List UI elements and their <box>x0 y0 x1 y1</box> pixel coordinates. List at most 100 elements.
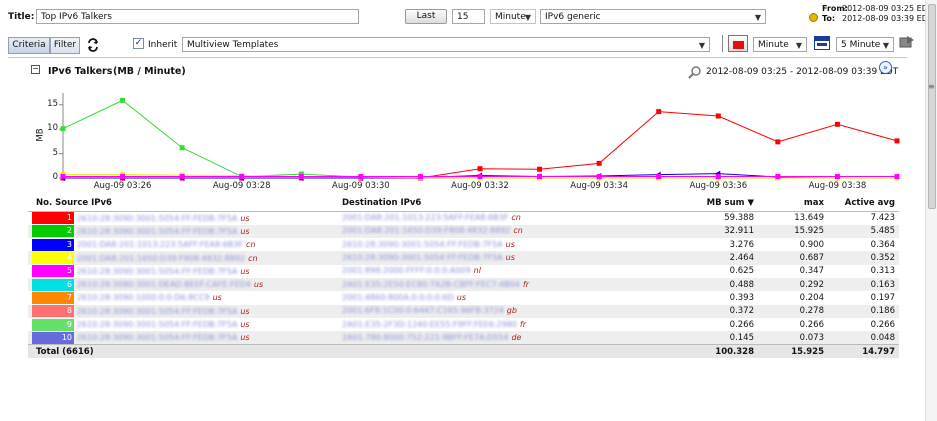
series-point <box>894 174 900 180</box>
series-point <box>775 174 781 180</box>
col-header-mb-sum[interactable]: MB sum ▼ <box>638 195 758 212</box>
source-ip[interactable]: 2610:28:3090:3001:5054:FF:FEDB:7F5A <box>77 227 238 236</box>
max-cell: 0.266 <box>799 319 824 330</box>
max-cell: 13.649 <box>794 213 824 224</box>
source-ip[interactable]: 2610:28:3090:1000:0:0:D6:8CC9 <box>77 293 210 302</box>
destination-ip[interactable]: 2A01:E35:2E50:EC80:7A2B:CBFF:FEC7:4B04 <box>342 280 520 289</box>
table-row[interactable]: 6 2610:28:3090:3001:DEAD:BEEF:CAFE:FED4 u… <box>28 277 899 292</box>
active-avg-cell: 0.163 <box>828 277 899 292</box>
mb-sum-cell: 59.388 <box>724 213 754 224</box>
col-header-source[interactable]: No. Source IPv6 <box>28 195 338 212</box>
table-row[interactable]: 10 2610:28:3090:3001:5054:FF:FEDB:7F5A us… <box>28 331 899 345</box>
destination-ip[interactable]: 2001:DA8:201:1013:223:5AFF:FEA8:6B3F <box>342 213 508 222</box>
destination-cell[interactable]: 2001:898:2000:FFFF:0:0:0:A009 nl <box>338 265 638 278</box>
destination-ip[interactable]: 2001:DA8:201:1650:D39:F808:4832:8892 <box>342 226 510 235</box>
col-header-destination[interactable]: Destination IPv6 <box>338 195 638 212</box>
source-cell[interactable]: 5 2610:28:3090:3001:5054:FF:FEDB:7F5A us <box>28 265 338 278</box>
series-point <box>596 160 602 166</box>
destination-country: de <box>511 332 522 342</box>
total-mb-sum: 100.328 <box>638 343 758 359</box>
series-color-swatch: 7 <box>32 291 74 304</box>
series-point <box>715 174 721 180</box>
series-point <box>596 174 602 180</box>
source-cell[interactable]: 3 2001:DA8:201:1013:223:5AFF:FEA8:6B3F cn <box>28 238 338 251</box>
table-row[interactable]: 9 2610:28:3090:3001:5054:FF:FEDB:7F5A us 2… <box>28 318 899 331</box>
active-avg-cell: 0.197 <box>870 292 895 303</box>
destination-ip[interactable]: 2001:898:2000:FFFF:0:0:0:A009 <box>342 266 471 275</box>
max-cell: 0.073 <box>758 331 828 345</box>
mb-sum-cell: 0.488 <box>638 277 758 292</box>
series-color-swatch: 10 <box>32 331 74 344</box>
destination-cell[interactable]: 2001:4860:800A:0:0:0:0:6D us <box>338 291 638 304</box>
table-row[interactable]: 7 2610:28:3090:1000:0:0:D6:8CC9 us 2001:48… <box>28 291 899 304</box>
source-ip[interactable]: 2610:28:3090:3001:DEAD:BEEF:CAFE:FED4 <box>77 280 251 289</box>
destination-cell[interactable]: 2A01:780:8000:752:221:9BFF:FE7A:D554 de <box>338 331 638 345</box>
series-point <box>298 174 304 180</box>
max-cell: 0.347 <box>799 266 824 277</box>
destination-country: us <box>505 239 515 249</box>
source-country: us <box>240 226 250 236</box>
destination-ip[interactable]: 2001:4860:800A:0:0:0:0:6D <box>342 293 454 302</box>
source-ip[interactable]: 2610:28:3090:3001:5054:FF:FEDB:7F5A <box>77 214 238 223</box>
source-cell[interactable]: 7 2610:28:3090:1000:0:0:D6:8CC9 us <box>28 291 338 304</box>
mb-sum-cell: 32.911 <box>638 224 758 239</box>
source-country: us <box>240 333 250 343</box>
active-avg-cell: 7.423 <box>870 213 895 224</box>
source-cell[interactable]: 4 2001:DA8:201:1650:D39:F808:4832:8892 cn <box>28 251 338 265</box>
series-point <box>358 174 364 180</box>
mb-sum-cell: 3.276 <box>729 239 754 250</box>
table-row[interactable]: 5 2610:28:3090:3001:5054:FF:FEDB:7F5A us 2… <box>28 265 899 278</box>
destination-ip[interactable]: 2001:6F8:1C00:0:6447:C165:96FB:3724 <box>342 306 504 315</box>
source-ip[interactable]: 2610:28:3090:3001:5054:FF:FEDB:7F5A <box>77 307 238 316</box>
destination-ip[interactable]: 2A01:E35:2F3D:1240:EE55:F9FF:FEE6:2980 <box>342 320 517 329</box>
col-header-max[interactable]: max <box>758 195 828 212</box>
max-cell: 0.278 <box>758 304 828 318</box>
table-header-row: No. Source IPv6 Destination IPv6 MB sum … <box>28 195 899 212</box>
source-cell[interactable]: 2 2610:28:3090:3001:5054:FF:FEDB:7F5A us <box>28 224 338 239</box>
destination-cell[interactable]: 2A01:E35:2F3D:1240:EE55:F9FF:FEE6:2980 fr <box>338 318 638 331</box>
series-point <box>179 145 185 151</box>
source-country: us <box>212 293 222 303</box>
destination-cell[interactable]: 2610:28:3090:3001:5054:FF:FEDB:7F5A us <box>338 251 638 265</box>
source-cell[interactable]: 1 2610:28:3090:3001:5054:FF:FEDB:7F5A us <box>28 212 338 225</box>
table-row[interactable]: 1 2610:28:3090:3001:5054:FF:FEDB:7F5A us 2… <box>28 212 899 225</box>
source-ip[interactable]: 2001:DA8:201:1013:223:5AFF:FEA8:6B3F <box>77 240 243 249</box>
destination-cell[interactable]: 2610:28:3090:3001:5054:FF:FEDB:7F5A us <box>338 238 638 251</box>
source-ip[interactable]: 2610:28:3090:3001:5054:FF:FEDB:7F5A <box>77 320 238 329</box>
destination-cell[interactable]: 2A01:E35:2E50:EC80:7A2B:CBFF:FEC7:4B04 fr <box>338 277 638 292</box>
destination-country: cn <box>513 226 523 236</box>
active-avg-cell: 5.485 <box>828 224 899 239</box>
destination-cell[interactable]: 2001:DA8:201:1013:223:5AFF:FEA8:6B3F cn <box>338 212 638 225</box>
total-max: 15.925 <box>758 343 828 359</box>
col-header-active-avg[interactable]: Active avg <box>828 195 899 212</box>
table-row[interactable]: 2 2610:28:3090:3001:5054:FF:FEDB:7F5A us 2… <box>28 224 899 239</box>
destination-cell[interactable]: 2001:DA8:201:1650:D39:F808:4832:8892 cn <box>338 224 638 239</box>
source-cell[interactable]: 9 2610:28:3090:3001:5054:FF:FEDB:7F5A us <box>28 318 338 331</box>
destination-country: fr <box>522 279 529 289</box>
series-point <box>537 166 543 172</box>
source-cell[interactable]: 10 2610:28:3090:3001:5054:FF:FEDB:7F5A us <box>28 331 338 345</box>
table-row[interactable]: 4 2001:DA8:201:1650:D39:F808:4832:8892 cn… <box>28 251 899 265</box>
active-avg-cell: 0.352 <box>828 251 899 265</box>
source-country: cn <box>246 240 256 250</box>
source-ip[interactable]: 2610:28:3090:3001:5054:FF:FEDB:7F5A <box>77 333 238 342</box>
destination-ip[interactable]: 2A01:780:8000:752:221:9BFF:FE7A:D554 <box>342 333 508 342</box>
series-color-swatch: 4 <box>32 252 74 265</box>
series-color-swatch: 1 <box>32 212 74 225</box>
destination-ip[interactable]: 2610:28:3090:3001:5054:FF:FEDB:7F5A <box>342 240 503 249</box>
destination-ip[interactable]: 2610:28:3090:3001:5054:FF:FEDB:7F5A <box>342 253 503 262</box>
max-cell: 0.900 <box>799 239 824 250</box>
max-cell: 0.204 <box>799 292 824 303</box>
destination-country: cn <box>511 213 521 223</box>
table-row[interactable]: 3 2001:DA8:201:1013:223:5AFF:FEA8:6B3F cn… <box>28 238 899 251</box>
mb-sum-cell: 0.266 <box>729 319 754 330</box>
series-point <box>120 97 126 103</box>
source-cell[interactable]: 6 2610:28:3090:3001:DEAD:BEEF:CAFE:FED4 u… <box>28 277 338 292</box>
source-ip[interactable]: 2001:DA8:201:1650:D39:F808:4832:8892 <box>77 254 245 263</box>
destination-cell[interactable]: 2001:6F8:1C00:0:6447:C165:96FB:3724 gb <box>338 304 638 318</box>
source-cell[interactable]: 8 2610:28:3090:3001:5054:FF:FEDB:7F5A us <box>28 304 338 318</box>
table-row[interactable]: 8 2610:28:3090:3001:5054:FF:FEDB:7F5A us 2… <box>28 304 899 318</box>
source-ip[interactable]: 2610:28:3090:3001:5054:FF:FEDB:7F5A <box>77 267 238 276</box>
series-point <box>715 113 721 119</box>
source-country: us <box>240 306 250 316</box>
